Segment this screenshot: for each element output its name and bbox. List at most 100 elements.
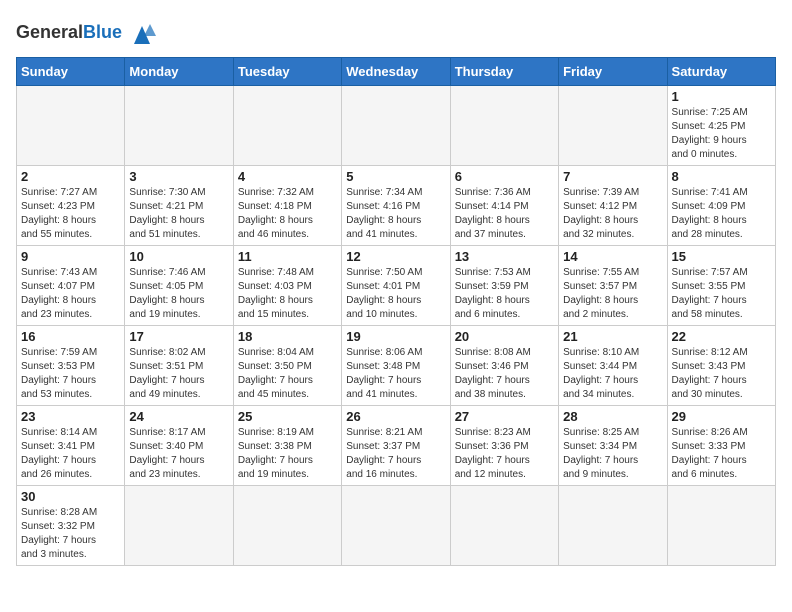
calendar-cell: 30Sunrise: 8:28 AM Sunset: 3:32 PM Dayli… [17,486,125,566]
day-info: Sunrise: 7:48 AM Sunset: 4:03 PM Dayligh… [238,266,337,322]
calendar-cell: 27 Sunrise: 8:23 AM Sunset: 3:36 PM Dayli… [450,406,558,486]
day-number: 2 [21,169,120,184]
day-info: Sunrise: 7:27 AM Sunset: 4:23 PM Dayligh… [21,186,120,242]
day-number: 5 [346,169,445,184]
calendar-cell [233,86,341,166]
day-info: Sunrise: 8:06 AM Sunset: 3:48 PM Dayligh… [346,346,445,402]
calendar-cell [342,486,450,566]
calendar-cell: 6 Sunrise: 7:36 AM Sunset: 4:14 PM Daylig… [450,166,558,246]
day-info: Sunrise: 8:02 AM Sunset: 3:51 PM Dayligh… [129,346,228,402]
calendar-cell: 15Sunrise: 7:57 AM Sunset: 3:55 PM Dayli… [667,246,775,326]
day-number: 7 [563,169,662,184]
day-number: 21 [563,329,662,344]
calendar-cell [450,486,558,566]
day-info: Sunrise: 7:50 AM Sunset: 4:01 PM Dayligh… [346,266,445,322]
day-number: 3 [129,169,228,184]
calendar-cell: 7 Sunrise: 7:39 AM Sunset: 4:12 PM Daylig… [559,166,667,246]
calendar-cell: 19 Sunrise: 8:06 AM Sunset: 3:48 PM Dayli… [342,326,450,406]
day-number: 10 [129,249,228,264]
calendar-cell: 14 Sunrise: 7:55 AM Sunset: 3:57 PM Dayli… [559,246,667,326]
day-info: Sunrise: 8:14 AM Sunset: 3:41 PM Dayligh… [21,426,120,482]
calendar-cell: 12Sunrise: 7:50 AM Sunset: 4:01 PM Dayli… [342,246,450,326]
calendar-cell [233,486,341,566]
header: GeneralBlue [16,16,776,49]
calendar-cell [667,486,775,566]
calendar-cell: 13 Sunrise: 7:53 AM Sunset: 3:59 PM Dayli… [450,246,558,326]
day-info: Sunrise: 7:55 AM Sunset: 3:57 PM Dayligh… [563,266,662,322]
calendar-cell [559,486,667,566]
day-number: 26 [346,409,445,424]
logo-area: GeneralBlue [16,16,158,49]
calendar-cell [450,86,558,166]
day-number: 4 [238,169,337,184]
day-info: Sunrise: 7:57 AM Sunset: 3:55 PM Dayligh… [672,266,771,322]
day-number: 24 [129,409,228,424]
day-number: 28 [563,409,662,424]
calendar-cell: 26 Sunrise: 8:21 AM Sunset: 3:37 PM Dayli… [342,406,450,486]
day-number: 20 [455,329,554,344]
day-info: Sunrise: 7:34 AM Sunset: 4:16 PM Dayligh… [346,186,445,242]
day-info: Sunrise: 7:41 AM Sunset: 4:09 PM Dayligh… [672,186,771,242]
calendar-cell: 20 Sunrise: 8:08 AM Sunset: 3:46 PM Dayli… [450,326,558,406]
day-number: 30 [21,489,120,504]
column-header-tuesday: Tuesday [233,58,341,86]
calendar-cell: 16 Sunrise: 7:59 AM Sunset: 3:53 PM Dayli… [17,326,125,406]
day-info: Sunrise: 8:12 AM Sunset: 3:43 PM Dayligh… [672,346,771,402]
calendar-cell: 17Sunrise: 8:02 AM Sunset: 3:51 PM Dayli… [125,326,233,406]
calendar-cell: 4 Sunrise: 7:32 AM Sunset: 4:18 PM Daylig… [233,166,341,246]
calendar-cell: 3 Sunrise: 7:30 AM Sunset: 4:21 PM Daylig… [125,166,233,246]
day-number: 23 [21,409,120,424]
calendar-cell: 9 Sunrise: 7:43 AM Sunset: 4:07 PM Daylig… [17,246,125,326]
calendar-cell: 22 Sunrise: 8:12 AM Sunset: 3:43 PM Dayli… [667,326,775,406]
day-info: Sunrise: 8:17 AM Sunset: 3:40 PM Dayligh… [129,426,228,482]
day-info: Sunrise: 8:21 AM Sunset: 3:37 PM Dayligh… [346,426,445,482]
day-info: Sunrise: 8:26 AM Sunset: 3:33 PM Dayligh… [672,426,771,482]
calendar-cell [559,86,667,166]
column-header-thursday: Thursday [450,58,558,86]
day-info: Sunrise: 8:25 AM Sunset: 3:34 PM Dayligh… [563,426,662,482]
day-info: Sunrise: 7:43 AM Sunset: 4:07 PM Dayligh… [21,266,120,322]
calendar-cell: 8 Sunrise: 7:41 AM Sunset: 4:09 PM Daylig… [667,166,775,246]
day-info: Sunrise: 7:30 AM Sunset: 4:21 PM Dayligh… [129,186,228,242]
day-number: 22 [672,329,771,344]
day-info: Sunrise: 8:23 AM Sunset: 3:36 PM Dayligh… [455,426,554,482]
calendar-cell [125,86,233,166]
day-info: Sunrise: 7:46 AM Sunset: 4:05 PM Dayligh… [129,266,228,322]
day-info: Sunrise: 7:53 AM Sunset: 3:59 PM Dayligh… [455,266,554,322]
calendar-cell: 1Sunrise: 7:25 AM Sunset: 4:25 PM Daylig… [667,86,775,166]
day-info: Sunrise: 7:36 AM Sunset: 4:14 PM Dayligh… [455,186,554,242]
calendar-cell: 25 Sunrise: 8:19 AM Sunset: 3:38 PM Dayli… [233,406,341,486]
column-header-saturday: Saturday [667,58,775,86]
day-number: 18 [238,329,337,344]
column-header-sunday: Sunday [17,58,125,86]
day-info: Sunrise: 7:59 AM Sunset: 3:53 PM Dayligh… [21,346,120,402]
day-info: Sunrise: 8:10 AM Sunset: 3:44 PM Dayligh… [563,346,662,402]
calendar-cell [17,86,125,166]
calendar-cell: 29 Sunrise: 8:26 AM Sunset: 3:33 PM Dayli… [667,406,775,486]
day-number: 19 [346,329,445,344]
logo-icon [126,16,158,49]
day-info: Sunrise: 8:04 AM Sunset: 3:50 PM Dayligh… [238,346,337,402]
day-number: 11 [238,249,337,264]
day-info: Sunrise: 8:19 AM Sunset: 3:38 PM Dayligh… [238,426,337,482]
day-number: 8 [672,169,771,184]
day-number: 9 [21,249,120,264]
calendar-cell: 5 Sunrise: 7:34 AM Sunset: 4:16 PM Daylig… [342,166,450,246]
logo-text: GeneralBlue [16,22,122,44]
day-number: 25 [238,409,337,424]
calendar-cell: 24 Sunrise: 8:17 AM Sunset: 3:40 PM Dayli… [125,406,233,486]
calendar-cell: 23 Sunrise: 8:14 AM Sunset: 3:41 PM Dayli… [17,406,125,486]
day-number: 29 [672,409,771,424]
day-info: Sunrise: 8:08 AM Sunset: 3:46 PM Dayligh… [455,346,554,402]
calendar-cell [125,486,233,566]
day-number: 13 [455,249,554,264]
calendar-cell: 2 Sunrise: 7:27 AM Sunset: 4:23 PM Daylig… [17,166,125,246]
day-number: 14 [563,249,662,264]
day-number: 16 [21,329,120,344]
day-number: 27 [455,409,554,424]
day-info: Sunrise: 7:39 AM Sunset: 4:12 PM Dayligh… [563,186,662,242]
day-number: 6 [455,169,554,184]
day-info: Sunrise: 7:25 AM Sunset: 4:25 PM Dayligh… [672,106,771,162]
calendar-cell: 21 Sunrise: 8:10 AM Sunset: 3:44 PM Dayli… [559,326,667,406]
day-info: Sunrise: 7:32 AM Sunset: 4:18 PM Dayligh… [238,186,337,242]
